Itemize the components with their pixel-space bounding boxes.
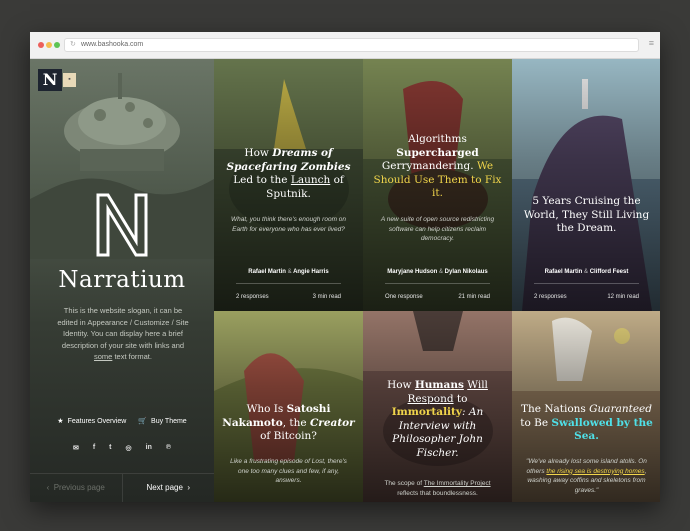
buy-label: Buy Theme — [151, 417, 187, 425]
star-icon: ★ — [57, 418, 64, 425]
post-card[interactable]: Algorithms Supercharged Gerrymandering. … — [363, 59, 512, 311]
author-link[interactable]: Rafael Martin — [248, 269, 286, 275]
post-title[interactable]: How Dreams of Spacefaring Zombies Led to… — [222, 147, 355, 201]
cart-icon: 🛒 — [138, 418, 148, 425]
reload-icon[interactable]: ↻ — [70, 39, 76, 51]
post-meta: 2 responses 3 min read — [236, 294, 341, 300]
email-icon[interactable]: ✉ — [73, 444, 79, 452]
twitter-icon[interactable]: t — [109, 444, 111, 452]
address-bar[interactable]: ↻ www.bashooka.com — [64, 38, 639, 52]
author-link[interactable]: Dylan Nikolaus — [445, 269, 488, 275]
post-title[interactable]: How Humans Will Respond to Immortality: … — [371, 379, 504, 460]
close-dot[interactable] — [38, 42, 44, 48]
instagram-icon[interactable]: ◎ — [126, 444, 132, 452]
post-excerpt: Like a frustrating episode of Lost, ther… — [230, 458, 347, 484]
browser-toolbar: ↻ www.bashooka.com ≡ — [30, 32, 660, 59]
previous-page-button[interactable]: ‹ Previous page — [30, 474, 123, 502]
post-card[interactable]: The Nations Guaranteed to Be Swallowed b… — [512, 311, 660, 502]
desc-text: This is the website slogan, it can be ed… — [57, 306, 189, 350]
post-authors: Rafael Martin & Angie Harris — [248, 269, 329, 275]
facebook-icon[interactable]: f — [93, 444, 95, 452]
post-title[interactable]: Algorithms Supercharged Gerrymandering. … — [371, 133, 504, 201]
post-card[interactable]: 5 Years Cruising the World, They Still L… — [512, 59, 660, 311]
post-excerpt: What, you think there's enough room on E… — [230, 216, 347, 233]
post-excerpt: The scope of The Immortality Project ref… — [384, 480, 491, 497]
author-link[interactable]: Rafael Martin — [545, 269, 583, 275]
logo-tag-icon[interactable]: ▪ — [63, 73, 76, 87]
author-link[interactable]: Clifford Feest — [590, 269, 629, 275]
post-card[interactable]: Who Is Satoshi Nakamoto, the Creator of … — [214, 311, 363, 502]
post-meta: 2 responses 12 min read — [534, 294, 639, 300]
desc-text-end: text format. — [112, 352, 152, 361]
next-label: Next page — [146, 483, 183, 492]
sidebar: N ▪ Narratium This is the website slogan… — [30, 59, 214, 502]
prev-label: Previous page — [53, 483, 105, 492]
page-content: N ▪ Narratium This is the website slogan… — [30, 59, 660, 502]
post-title[interactable]: Who Is Satoshi Nakamoto, the Creator of … — [222, 403, 355, 444]
post-card[interactable]: How Humans Will Respond to Immortality: … — [363, 311, 512, 502]
post-card[interactable]: How Dreams of Spacefaring Zombies Led to… — [214, 59, 363, 311]
url-text: www.bashooka.com — [81, 41, 144, 48]
sidebar-buttons: ★ Features Overview 🛒 Buy Theme — [30, 417, 214, 426]
author-link[interactable]: Angie Harris — [293, 269, 329, 275]
post-title[interactable]: The Nations Guaranteed to Be Swallowed b… — [520, 403, 653, 444]
browser-window: ↻ www.bashooka.com ≡ N ▪ Narratium This … — [30, 32, 660, 502]
minimize-dot[interactable] — [46, 42, 52, 48]
post-authors: Rafael Martin & Clifford Feest — [544, 269, 629, 275]
features-label: Features Overview — [67, 417, 127, 425]
pinterest-icon[interactable]: ℗ — [166, 444, 171, 452]
responses-link[interactable]: 2 responses — [236, 294, 269, 300]
buy-theme-button[interactable]: 🛒 Buy Theme — [138, 417, 187, 426]
read-time: 12 min read — [607, 294, 639, 300]
post-title[interactable]: 5 Years Cruising the World, They Still L… — [520, 195, 653, 236]
responses-link[interactable]: One response — [385, 294, 423, 300]
site-title[interactable]: Narratium — [30, 267, 214, 293]
post-meta: One response 21 min read — [385, 294, 490, 300]
post-excerpt: A new suite of open source redistricting… — [380, 216, 495, 242]
desc-link[interactable]: some — [94, 352, 112, 361]
post-excerpt: "We've already lost some island atolls. … — [526, 458, 647, 494]
features-overview-button[interactable]: ★ Features Overview — [57, 417, 127, 426]
maximize-dot[interactable] — [54, 42, 60, 48]
post-authors: Maryjane Hudson & Dylan Nikolaus — [387, 269, 488, 275]
read-time: 21 min read — [458, 294, 490, 300]
social-links: ✉ f t ◎ in ℗ — [30, 444, 214, 452]
pagination: ‹ Previous page Next page › — [30, 473, 214, 502]
logo[interactable]: N — [38, 69, 62, 91]
next-page-button[interactable]: Next page › — [123, 474, 215, 502]
responses-link[interactable]: 2 responses — [534, 294, 567, 300]
hamburger-icon[interactable]: ≡ — [649, 39, 654, 48]
site-description: This is the website slogan, it can be ed… — [56, 305, 190, 363]
author-link[interactable]: Maryjane Hudson — [387, 269, 437, 275]
narratium-n-logo — [96, 193, 148, 257]
read-time: 3 min read — [312, 294, 341, 300]
linkedin-icon[interactable]: in — [146, 444, 152, 452]
